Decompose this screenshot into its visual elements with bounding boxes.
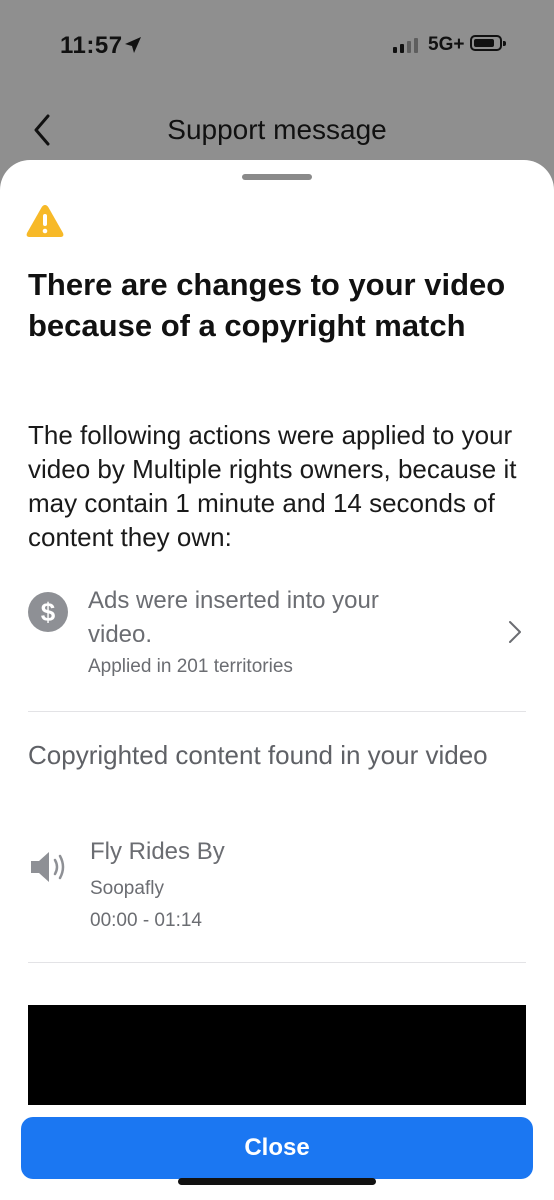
message-heading: There are changes to your video because …: [28, 267, 506, 343]
copyrighted-content-heading: Copyrighted content found in your video: [28, 740, 488, 770]
nav-title: Support message: [167, 114, 387, 145]
home-indicator: [178, 1178, 376, 1185]
close-button[interactable]: Close: [21, 1117, 533, 1179]
warning-icon: [26, 205, 64, 237]
action-title: Ads were inserted into your video.: [88, 587, 379, 648]
nav-bar: Support message: [0, 100, 554, 160]
divider: [28, 711, 526, 712]
speaker-icon: [31, 852, 65, 882]
track-artist: Soopafly: [90, 878, 164, 899]
action-subtitle: Applied in 201 territories: [88, 656, 293, 677]
location-arrow-icon: [125, 37, 141, 53]
track-title: Fly Rides By: [90, 838, 225, 865]
copyrighted-track-row: Fly Rides By Soopafly 00:00 - 01:14: [28, 838, 526, 938]
message-description: The following actions were applied to yo…: [28, 420, 517, 552]
divider: [28, 962, 526, 963]
ads-inserted-action-row[interactable]: $ Ads were inserted into your video. App…: [28, 584, 526, 684]
track-time-range: 00:00 - 01:14: [90, 910, 202, 931]
sheet-grabber[interactable]: [242, 174, 312, 180]
status-time: 11:57: [60, 32, 123, 59]
battery-icon: [470, 35, 506, 51]
video-preview[interactable]: [28, 1005, 526, 1105]
signal-icon: [393, 38, 418, 53]
status-bar: 11:57 5G+: [0, 0, 554, 90]
dollar-icon: $: [28, 592, 68, 632]
chevron-right-icon: [509, 621, 521, 643]
support-message-sheet: There are changes to your video because …: [0, 160, 554, 1200]
network-label: 5G+: [428, 34, 465, 55]
